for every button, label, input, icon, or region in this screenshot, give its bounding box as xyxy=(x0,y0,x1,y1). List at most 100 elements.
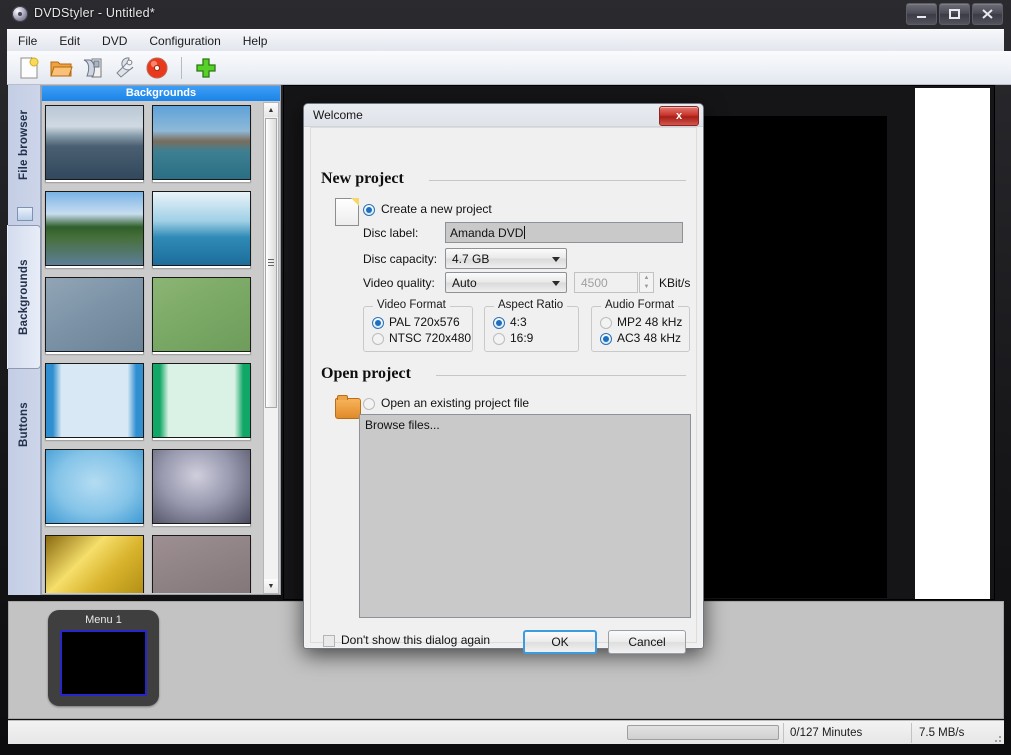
close-icon[interactable] xyxy=(972,3,1003,25)
background-thumbnail[interactable] xyxy=(45,105,144,180)
new-document-icon xyxy=(335,198,359,226)
background-thumbnail[interactable] xyxy=(45,449,144,524)
new-project-icon[interactable] xyxy=(15,54,43,82)
create-new-project-label: Create a new project xyxy=(381,202,492,216)
video-format-ntsc-label: NTSC 720x480 xyxy=(389,331,472,345)
audio-format-groupbox: Audio Format MP2 48 kHz AC3 48 kHz xyxy=(591,299,690,352)
video-format-legend: Video Format xyxy=(373,299,450,311)
disc-capacity-label: Disc capacity: xyxy=(363,252,438,266)
sidebar-item-file-browser[interactable]: File browser xyxy=(8,87,40,203)
bitrate-unit-label: KBit/s xyxy=(659,276,691,290)
sidebar-item-label: File browser xyxy=(18,109,30,181)
maximize-icon[interactable] xyxy=(939,3,970,25)
toolbar xyxy=(7,51,1011,85)
text-caret xyxy=(524,226,526,239)
audio-format-legend: Audio Format xyxy=(601,299,679,311)
progress-bar xyxy=(627,725,779,740)
statusbar-divider xyxy=(911,723,912,743)
background-thumbnail[interactable] xyxy=(152,449,251,524)
video-quality-label: Video quality: xyxy=(363,276,435,290)
aspect-ratio-16-9-radio[interactable] xyxy=(493,333,505,345)
sidebar-tabstrip: File browser Backgrounds Buttons xyxy=(8,85,41,595)
menu-preview-area[interactable] xyxy=(692,116,887,598)
menu-configuration[interactable]: Configuration xyxy=(138,32,231,50)
background-thumbnail[interactable] xyxy=(152,535,251,593)
video-format-pal-label: PAL 720x576 xyxy=(389,315,460,329)
disc-capacity-select[interactable]: 4.7 GB xyxy=(445,248,567,269)
scrollbar-thumb[interactable] xyxy=(265,118,277,408)
audio-format-ac3-radio[interactable] xyxy=(600,333,612,345)
stepper-up-icon[interactable]: ▲ xyxy=(640,273,653,282)
statusbar: 0/127 Minutes 7.5 MB/s xyxy=(8,720,1004,744)
menu-card-thumbnail[interactable] xyxy=(60,630,147,696)
audio-format-ac3-label: AC3 48 kHz xyxy=(617,331,682,345)
backgrounds-scrollbar[interactable]: ▲ ▼ xyxy=(263,102,279,594)
background-thumbnail[interactable] xyxy=(45,535,144,593)
menu-edit[interactable]: Edit xyxy=(48,32,91,50)
background-thumbnail[interactable] xyxy=(45,363,144,438)
canvas-side-pane xyxy=(915,88,990,599)
cancel-button[interactable]: Cancel xyxy=(608,630,686,654)
ok-button[interactable]: OK xyxy=(523,630,597,654)
chevron-down-icon xyxy=(552,257,560,262)
menu-help[interactable]: Help xyxy=(232,32,279,50)
welcome-dialog[interactable]: Welcome x New project Create a new proje… xyxy=(303,103,704,654)
resize-grip-icon[interactable] xyxy=(991,732,1001,742)
browse-files-list[interactable]: Browse files... xyxy=(359,414,691,618)
background-thumbnail[interactable] xyxy=(45,191,144,266)
status-speed: 7.5 MB/s xyxy=(919,727,965,739)
toolbar-separator xyxy=(181,56,182,79)
dialog-titlebar: Welcome x xyxy=(304,104,703,127)
save-project-icon[interactable] xyxy=(79,54,107,82)
scrollbar-grip-icon xyxy=(268,259,274,267)
menu-dvd[interactable]: DVD xyxy=(91,32,138,50)
new-project-heading: New project xyxy=(321,170,404,187)
window-title: DVDStyler - Untitled* xyxy=(34,6,155,20)
video-format-pal-radio[interactable] xyxy=(372,317,384,329)
backgrounds-thumbnail-grid[interactable] xyxy=(44,103,262,593)
settings-wrench-icon[interactable] xyxy=(111,54,139,82)
scroll-up-icon[interactable]: ▲ xyxy=(264,103,278,117)
background-thumbnail[interactable] xyxy=(45,277,144,352)
dialog-title: Welcome xyxy=(313,108,363,122)
video-format-ntsc-radio[interactable] xyxy=(372,333,384,345)
background-thumbnail[interactable] xyxy=(152,277,251,352)
disc-label-input[interactable]: Amanda DVD xyxy=(445,222,683,243)
bitrate-stepper[interactable]: ▲ ▼ xyxy=(639,272,654,293)
sidebar-item-label: Backgrounds xyxy=(18,259,30,335)
minimize-icon[interactable] xyxy=(906,3,937,25)
aspect-ratio-groupbox: Aspect Ratio 4:3 16:9 xyxy=(484,299,579,352)
open-project-rule xyxy=(436,375,686,376)
background-thumbnail[interactable] xyxy=(152,191,251,266)
burn-disc-icon[interactable] xyxy=(143,54,171,82)
dialog-body: New project Create a new project Disc la… xyxy=(310,127,697,654)
background-thumbnail[interactable] xyxy=(152,363,251,438)
audio-format-mp2-label: MP2 48 kHz xyxy=(617,315,683,329)
status-minutes: 0/127 Minutes xyxy=(790,727,863,739)
window-titlebar: DVDStyler - Untitled* xyxy=(0,0,1011,28)
aspect-ratio-4-3-radio[interactable] xyxy=(493,317,505,329)
disc-capacity-value: 4.7 GB xyxy=(452,252,490,266)
aspect-ratio-legend: Aspect Ratio xyxy=(494,299,568,311)
dont-show-again-checkbox[interactable] xyxy=(323,635,335,647)
background-thumbnail[interactable] xyxy=(152,105,251,180)
audio-format-mp2-radio[interactable] xyxy=(600,317,612,329)
menubar: File Edit DVD Configuration Help xyxy=(7,29,1004,52)
add-icon[interactable] xyxy=(192,54,220,82)
scroll-down-icon[interactable]: ▼ xyxy=(264,579,278,593)
video-format-groupbox: Video Format PAL 720x576 NTSC 720x480 xyxy=(363,299,473,352)
sidebar-item-buttons[interactable]: Buttons xyxy=(8,375,40,475)
open-project-icon[interactable] xyxy=(47,54,75,82)
dont-show-again-label: Don't show this dialog again xyxy=(341,633,491,647)
bitrate-input[interactable]: 4500 xyxy=(574,272,638,293)
menu-file[interactable]: File xyxy=(7,32,48,50)
stepper-down-icon[interactable]: ▼ xyxy=(640,282,653,291)
sidebar-item-backgrounds[interactable]: Backgrounds xyxy=(8,225,41,369)
dialog-close-icon[interactable]: x xyxy=(659,106,699,126)
menu-card[interactable]: Menu 1 xyxy=(48,610,159,706)
create-new-project-radio[interactable] xyxy=(363,204,375,216)
chevron-down-icon xyxy=(552,281,560,286)
video-quality-select[interactable]: Auto xyxy=(445,272,567,293)
aspect-ratio-4-3-label: 4:3 xyxy=(510,315,527,329)
open-existing-project-radio[interactable] xyxy=(363,398,375,410)
